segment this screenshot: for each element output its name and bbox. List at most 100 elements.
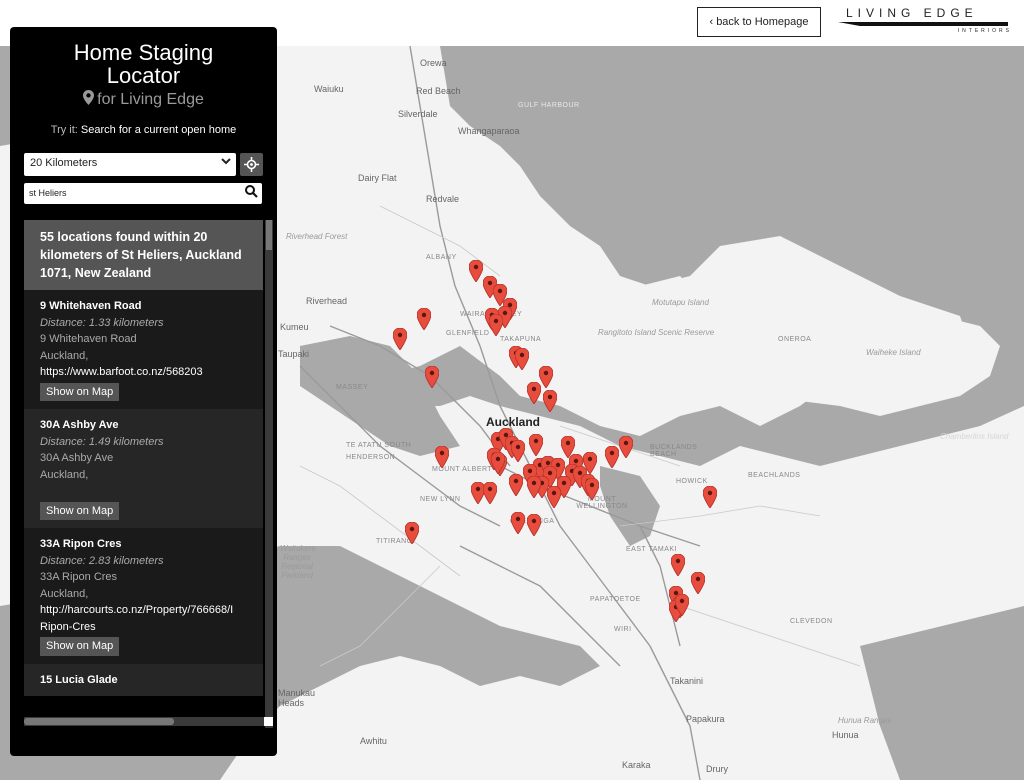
results-list[interactable]: 55 locations found within 20 kilometers …	[24, 220, 263, 720]
search-icon[interactable]	[245, 185, 258, 200]
result-url[interactable]: http://harcourts.co.nz/Property/766668/I	[40, 602, 247, 619]
results-horizontal-scrollbar[interactable]	[24, 717, 273, 726]
map-pin[interactable]	[539, 366, 553, 388]
place-label: MASSEY	[336, 384, 369, 391]
place-label: Waitakere Ranges Regional Parkland	[280, 544, 316, 580]
map-pin[interactable]	[509, 474, 523, 496]
map-pin[interactable]	[703, 486, 717, 508]
place-label: Rangitoto Island Scenic Reserve	[598, 328, 714, 337]
place-label: Waiuku	[314, 84, 344, 94]
panel-subtitle: for Living Edge	[10, 90, 277, 109]
crosshair-icon	[244, 157, 259, 172]
distance-select[interactable]: 20 Kilometers	[24, 153, 236, 176]
result-item[interactable]: 9 Whitehaven Road Distance: 1.33 kilomet…	[24, 290, 263, 409]
place-label: Redvale	[426, 194, 460, 204]
map-pin[interactable]	[585, 478, 599, 500]
place-label: WIRI	[614, 626, 632, 633]
logo-subtext: INTERIORS	[957, 28, 1012, 34]
place-label: HOWICK	[676, 478, 708, 485]
scroll-thumb[interactable]	[24, 718, 174, 725]
result-address-line: 33A Ripon Cres	[40, 571, 118, 583]
place-label: Chamberlins Island	[940, 432, 1009, 441]
result-distance: Distance: 2.83 kilometers	[40, 554, 164, 567]
place-label: Silverdale	[398, 109, 438, 119]
locate-me-button[interactable]	[240, 153, 263, 176]
place-label: BEACHLANDS	[748, 472, 801, 479]
result-url-continued[interactable]: Ripon-Cres	[40, 619, 247, 636]
show-on-map-button[interactable]: Show on Map	[40, 382, 120, 401]
place-label: Dairy Flat	[358, 173, 397, 183]
living-edge-logo[interactable]: LIVING EDGE INTERIORS	[838, 6, 1018, 38]
result-url[interactable]: https://www.barfoot.co.nz/568203	[40, 364, 247, 381]
chevron-down-icon	[221, 157, 231, 168]
place-label: Waiheke Island	[866, 348, 921, 357]
map-pin[interactable]	[405, 522, 419, 544]
map-pin[interactable]	[671, 554, 685, 576]
map-pin[interactable]	[529, 434, 543, 456]
place-label: ALBANY	[426, 254, 457, 261]
result-address-line: 9 Whitehaven Road	[40, 333, 137, 345]
map-pin[interactable]	[605, 446, 619, 468]
map-pin[interactable]	[491, 452, 505, 474]
map-pin[interactable]	[543, 390, 557, 412]
place-label: Manukau Heads	[278, 688, 316, 708]
place-label: Whangaparaoa	[458, 126, 520, 136]
place-label: Orewa	[420, 58, 447, 68]
place-label: MOUNT WELLINGTON	[576, 496, 628, 510]
map-pin[interactable]	[489, 314, 503, 336]
try-it-text: Search for a current open home	[80, 124, 237, 136]
map-pin[interactable]	[435, 446, 449, 468]
place-label: Taupaki	[278, 349, 310, 359]
map-pin[interactable]	[425, 366, 439, 388]
map-pin[interactable]	[417, 308, 431, 330]
scroll-thumb[interactable]	[266, 220, 272, 250]
try-it-hint: Try it: Search for a current open home	[10, 124, 277, 136]
map-pin[interactable]	[469, 260, 483, 282]
map-pin[interactable]	[515, 348, 529, 370]
place-label: Papakura	[686, 714, 725, 724]
map-pin[interactable]	[619, 436, 633, 458]
result-address-line: 30A Ashby Ave	[40, 452, 114, 464]
place-label: ONEROA	[778, 336, 812, 343]
map-pin[interactable]	[483, 482, 497, 504]
map-pin[interactable]	[527, 476, 541, 498]
logo-text: LIVING EDGE	[846, 6, 978, 20]
map-marker-icon	[83, 90, 95, 105]
place-label: GULF HARBOUR	[518, 102, 580, 109]
place-label: Motutapu Island	[652, 298, 709, 307]
result-city: Auckland,	[40, 468, 89, 481]
map-pin[interactable]	[511, 512, 525, 534]
map-pin[interactable]	[511, 440, 525, 462]
result-item[interactable]: 33A Ripon Cres Distance: 2.83 kilometers…	[24, 528, 263, 664]
result-item[interactable]: 30A Ashby Ave Distance: 1.49 kilometers …	[24, 409, 263, 528]
place-label: Hunua Ranges	[838, 716, 892, 725]
result-name: 30A Ashby Ave	[40, 419, 119, 431]
place-label: Karaka	[622, 760, 651, 770]
show-on-map-button[interactable]: Show on Map	[40, 637, 120, 656]
result-item[interactable]: 15 Lucia Glade	[24, 663, 263, 696]
show-on-map-button[interactable]: Show on Map	[40, 501, 120, 520]
place-label: CLEVEDON	[790, 618, 833, 625]
location-search-input[interactable]: st Heliers	[24, 183, 262, 204]
map-pin[interactable]	[393, 328, 407, 350]
place-label: GLENFIELD	[446, 330, 490, 337]
search-value: st Heliers	[29, 188, 67, 198]
result-name: 15 Lucia Glade	[40, 673, 118, 686]
place-label: Drury	[706, 764, 728, 774]
place-label: Awhitu	[360, 736, 387, 746]
map-pin[interactable]	[691, 572, 705, 594]
map-pin[interactable]	[547, 486, 561, 508]
map-pin[interactable]	[527, 514, 541, 536]
map-pin[interactable]	[675, 594, 689, 616]
result-name: 9 Whitehaven Road	[40, 300, 142, 312]
locator-panel: Home Staging Locator for Living Edge Try…	[10, 27, 277, 756]
place-label: HENDERSON	[346, 454, 396, 461]
place-label: Takanini	[670, 676, 704, 686]
panel-title: Home Staging Locator	[73, 40, 214, 88]
place-label: PAPATOETOE	[590, 596, 641, 603]
map-pin[interactable]	[527, 382, 541, 404]
result-city: Auckland,	[40, 349, 89, 362]
results-vertical-scrollbar[interactable]	[265, 220, 273, 728]
place-label: Red Beach	[416, 86, 461, 96]
back-to-homepage-button[interactable]: ‹ back to Homepage	[697, 7, 821, 37]
